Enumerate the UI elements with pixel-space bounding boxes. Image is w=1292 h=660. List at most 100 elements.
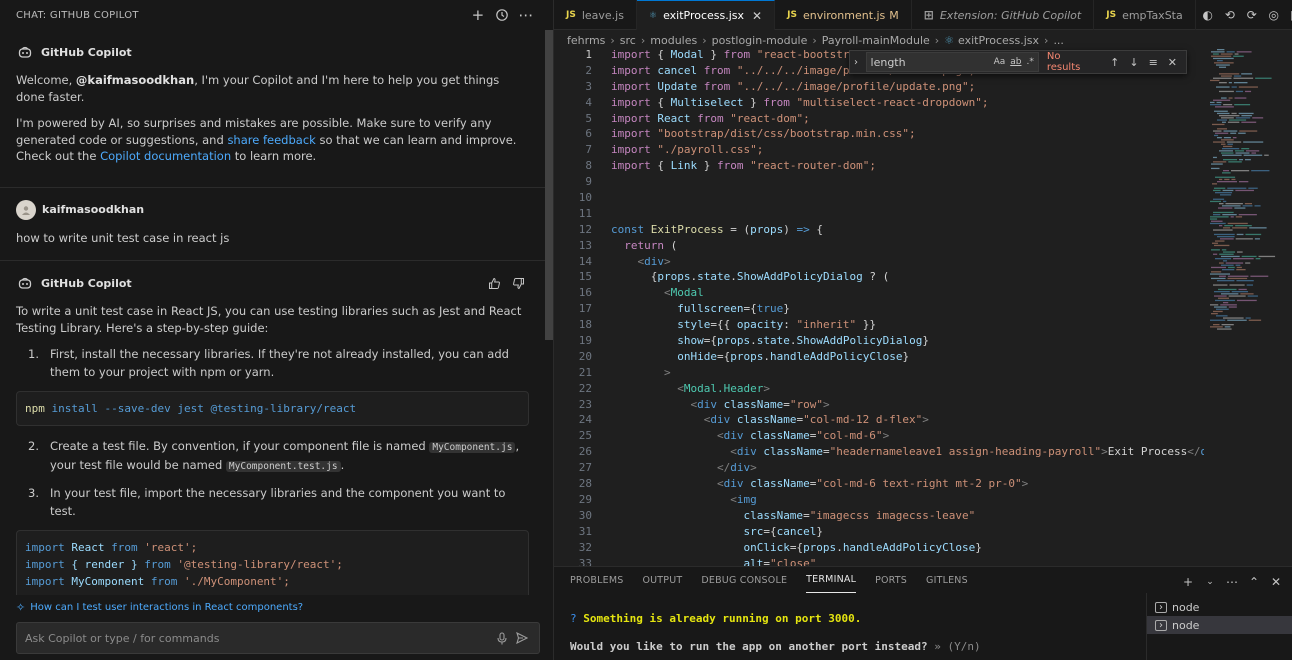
line-number[interactable]: 11 [554,206,592,222]
code-block-imports[interactable]: import React from 'react'; import { rend… [16,530,529,595]
panel-tab-terminal[interactable]: TERMINAL [806,567,857,593]
maximize-panel-icon[interactable]: ⌃ [1244,571,1264,593]
panel-tab-output[interactable]: OUTPUT [642,567,682,593]
panel-tab-gitlens[interactable]: GITLENS [926,567,968,593]
line-number[interactable]: 24 [554,412,592,428]
code-line[interactable]: 28 <div className="col-md-6 text-right m… [554,476,1204,492]
toggle-replace-icon[interactable]: › [854,57,866,68]
code-line[interactable]: 13 return ( [554,238,1204,254]
panel-tab-ports[interactable]: PORTS [875,567,907,593]
code-line[interactable]: 22 <Modal.Header> [554,381,1204,397]
share-feedback-link[interactable]: share feedback [227,133,315,147]
line-number[interactable]: 25 [554,428,592,444]
line-number[interactable]: 19 [554,333,592,349]
chat-input[interactable] [25,631,491,645]
code-line[interactable]: 4 import { Multiselect } from "multiselec… [554,95,1204,111]
breadcrumb-item[interactable]: src [620,34,636,47]
line-number[interactable]: 28 [554,476,592,492]
panel-tab-debug-console[interactable]: DEBUG CONSOLE [701,567,787,593]
editor-tab[interactable]: JS empTaxSta [1094,0,1196,30]
copilot-icon[interactable]: ◎ [1264,4,1284,26]
close-tab-icon[interactable]: ✕ [752,9,762,23]
history-icon[interactable] [491,4,513,26]
line-number[interactable]: 14 [554,254,592,270]
line-number[interactable]: 29 [554,492,592,508]
more-actions-icon[interactable]: ⋯ [515,4,537,26]
code-line[interactable]: 29 <img [554,492,1204,508]
editor-tab[interactable]: JS environment.js M [775,0,912,30]
code-line[interactable]: 15 {props.state.ShowAddPolicyDialog ? ( [554,269,1204,285]
send-icon[interactable] [513,629,531,647]
go-back-icon[interactable]: ⟲ [1220,4,1240,26]
line-number[interactable]: 6 [554,126,592,142]
code-line[interactable]: 32 onClick={props.handleAddPolicyClose} [554,540,1204,556]
line-number[interactable]: 1 [554,47,592,63]
code-line[interactable]: 33 alt="close" [554,556,1204,567]
line-number[interactable]: 31 [554,524,592,540]
suggested-question[interactable]: ✧ How can I test user interactions in Re… [16,601,303,614]
more-actions-icon[interactable]: ⋯ [1222,571,1242,593]
editor-tab[interactable]: ⚛ exitProcess.jsx ✕ [636,0,776,30]
code-line[interactable]: 26 <div className="headernameleave1 assi… [554,444,1204,460]
line-number[interactable]: 18 [554,317,592,333]
code-line[interactable]: 6 import "bootstrap/dist/css/bootstrap.mi… [554,126,1204,142]
line-number[interactable]: 4 [554,95,592,111]
code-line[interactable]: 14 <div> [554,254,1204,270]
thumbs-down-icon[interactable] [507,272,529,294]
match-word-icon[interactable]: ab [1010,57,1021,67]
thumbs-up-icon[interactable] [483,272,505,294]
terminal-output[interactable]: ? Something is already running on port 3… [570,605,981,660]
line-number[interactable]: 33 [554,556,592,567]
code-line[interactable]: 19 show={props.state.ShowAddPolicyDialog… [554,333,1204,349]
split-editor-icon[interactable]: ▥ [1286,4,1292,26]
line-number[interactable]: 26 [554,444,592,460]
line-number[interactable]: 23 [554,397,592,413]
next-match-icon[interactable]: ↓ [1124,56,1143,69]
code-line[interactable]: 10 [554,190,1204,206]
close-panel-icon[interactable]: ✕ [1266,571,1286,593]
go-forward-icon[interactable]: ⟳ [1242,4,1262,26]
chevron-down-icon[interactable]: ⌄ [1200,571,1220,593]
code-line[interactable]: 21 > [554,365,1204,381]
line-number[interactable]: 12 [554,222,592,238]
code-area[interactable]: 1 import { Modal } from "react-bootstrap"… [554,47,1204,566]
line-number[interactable]: 27 [554,460,592,476]
panel-tab-problems[interactable]: PROBLEMS [570,567,623,593]
breadcrumb-item[interactable]: postlogin-module [712,34,808,47]
code-line[interactable]: 25 <div className="col-md-6"> [554,428,1204,444]
code-line[interactable]: 16 <Modal [554,285,1204,301]
line-number[interactable]: 15 [554,269,592,285]
code-line[interactable]: 31 src={cancel} [554,524,1204,540]
copilot-docs-link[interactable]: Copilot documentation [100,149,231,163]
breadcrumb-item[interactable]: modules [650,34,697,47]
line-number[interactable]: 20 [554,349,592,365]
line-number[interactable]: 10 [554,190,592,206]
code-line[interactable]: 11 [554,206,1204,222]
line-number[interactable]: 17 [554,301,592,317]
line-number[interactable]: 22 [554,381,592,397]
breadcrumb-item[interactable]: exitProcess.jsx [958,34,1039,47]
terminal-instance[interactable]: › node [1147,616,1292,634]
line-number[interactable]: 32 [554,540,592,556]
code-line[interactable]: 23 <div className="row"> [554,397,1204,413]
new-chat-icon[interactable]: + [467,4,489,26]
editor-tab[interactable]: JS leave.js [554,0,637,30]
code-line[interactable]: 17 fullscreen={true} [554,301,1204,317]
line-number[interactable]: 8 [554,158,592,174]
code-line[interactable]: 24 <div className="col-md-12 d-flex"> [554,412,1204,428]
match-case-icon[interactable]: Aa [994,57,1006,67]
code-block-install[interactable]: npm install --save-dev jest @testing-lib… [16,391,529,426]
line-number[interactable]: 21 [554,365,592,381]
code-line[interactable]: 7 import "./payroll.css"; [554,142,1204,158]
new-terminal-icon[interactable]: + [1178,571,1198,593]
breadcrumb-item[interactable]: fehrms [567,34,605,47]
code-line[interactable]: 12 const ExitProcess = (props) => { [554,222,1204,238]
breadcrumb-item[interactable]: Payroll-mainModule [822,34,930,47]
find-input[interactable]: length Aa ab .* [865,52,1039,72]
line-number[interactable]: 13 [554,238,592,254]
editor-tab[interactable]: ⊞ Extension: GitHub Copilot [912,0,1095,30]
user-handle[interactable]: @kaifmasoodkhan [76,73,194,87]
line-number[interactable]: 16 [554,285,592,301]
line-number[interactable]: 9 [554,174,592,190]
previous-match-icon[interactable]: ↑ [1105,56,1124,69]
